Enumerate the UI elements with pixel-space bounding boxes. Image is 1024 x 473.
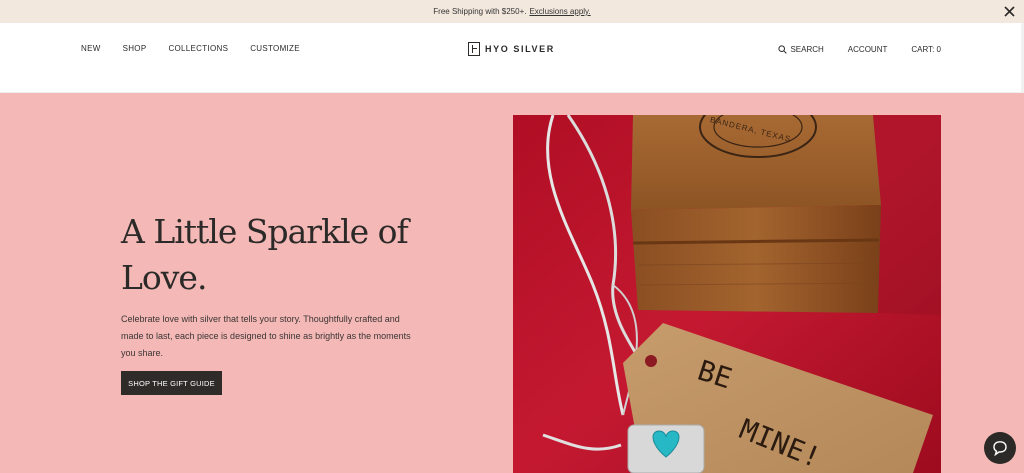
necklace-gift-photo [513, 115, 941, 473]
exclusions-link[interactable]: Exclusions apply. [529, 7, 590, 16]
main-nav: NEW SHOP COLLECTIONS CUSTOMIZE [81, 44, 322, 53]
logo-mark-icon [468, 42, 480, 56]
search-icon [778, 45, 788, 54]
nav-customize[interactable]: CUSTOMIZE [250, 44, 300, 53]
hero-description: Celebrate love with silver that tells yo… [121, 314, 411, 358]
hero-image: BE MINE! BANDERA, TEXAS [513, 115, 941, 473]
site-header: NEW SHOP COLLECTIONS CUSTOMIZE HYO SILVE… [0, 23, 1024, 93]
chat-button[interactable] [984, 432, 1016, 464]
cart-link[interactable]: CART: 0 [911, 45, 941, 54]
site-logo[interactable]: HYO SILVER [468, 42, 555, 56]
shop-gift-guide-button[interactable]: SHOP THE GIFT GUIDE [121, 371, 222, 395]
nav-new[interactable]: NEW [81, 44, 101, 53]
chat-icon [993, 441, 1007, 456]
close-icon[interactable] [1003, 5, 1016, 18]
announcement-text: Free Shipping with $250+. [433, 7, 527, 16]
utility-nav: SEARCH ACCOUNT CART: 0 [778, 45, 941, 54]
account-link[interactable]: ACCOUNT [848, 45, 888, 54]
search-button[interactable]: SEARCH [778, 45, 824, 54]
hero-title: A Little Sparkle of Love. [121, 212, 409, 297]
nav-shop[interactable]: SHOP [123, 44, 147, 53]
announcement-bar: Free Shipping with $250+. Exclusions app… [0, 0, 1024, 23]
hero-section: A Little Sparkle of Love. Celebrate love… [0, 93, 1024, 473]
search-label: SEARCH [790, 45, 824, 54]
nav-collections[interactable]: COLLECTIONS [168, 44, 228, 53]
logo-text: HYO SILVER [485, 44, 555, 54]
